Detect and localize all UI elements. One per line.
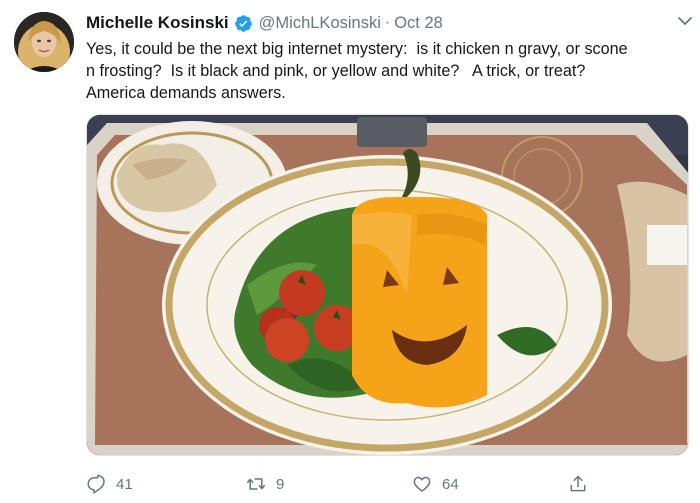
like-count: 64: [442, 475, 459, 493]
tweet-actions: 41 9 64: [86, 470, 686, 498]
share-button[interactable]: [568, 470, 598, 498]
tweet-text: Yes, it could be the next big internet m…: [86, 38, 686, 104]
retweet-button[interactable]: 9: [246, 470, 284, 498]
retweet-count: 9: [276, 475, 285, 493]
reply-icon: [87, 474, 105, 494]
retweet-icon: [246, 478, 266, 490]
tweet-text-line: America demands answers.: [86, 84, 286, 102]
share-icon: [570, 475, 586, 492]
author-handle[interactable]: @MichLKosinski: [259, 14, 381, 33]
verified-badge-icon: [234, 14, 253, 33]
like-button[interactable]: 64: [412, 470, 459, 498]
tweet-text-line: Yes, it could be the next big internet m…: [86, 40, 628, 58]
tweet-photo[interactable]: [86, 114, 689, 456]
reply-button[interactable]: 41: [86, 470, 133, 498]
heart-icon: [413, 476, 431, 492]
tweet-date[interactable]: Oct 28: [394, 14, 443, 33]
separator-dot: ·: [384, 14, 391, 31]
tweet-header: Michelle Kosinski @MichLKosinski · Oct 2…: [86, 11, 690, 35]
author-name[interactable]: Michelle Kosinski: [86, 13, 229, 33]
chevron-down-icon[interactable]: [674, 14, 696, 28]
tweet-text-line: n frosting? Is it black and pink, or yel…: [86, 62, 586, 80]
reply-count: 41: [116, 475, 133, 493]
avatar[interactable]: [14, 12, 74, 72]
